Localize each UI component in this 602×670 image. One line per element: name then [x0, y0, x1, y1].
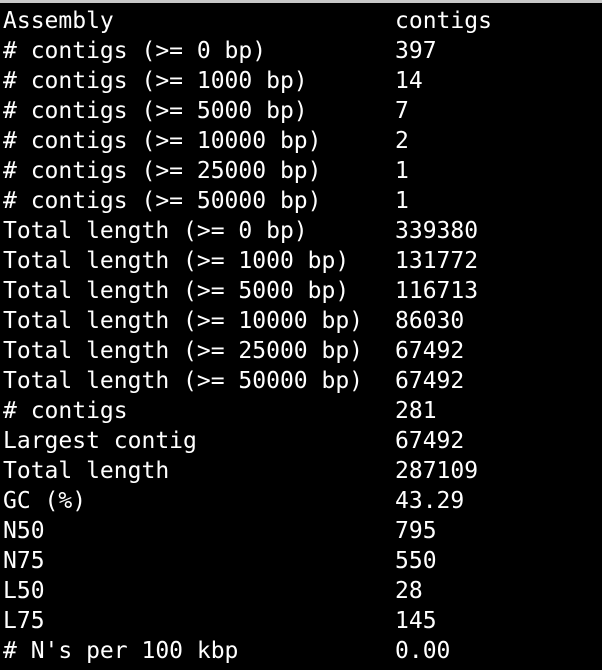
row-label: GC (%) [3, 488, 87, 514]
row-value: 67492 [395, 338, 465, 364]
report-row: GC (%) 43.29 [3, 486, 602, 516]
row-value: 397 [395, 38, 437, 64]
row-label: # N's per 100 kbp [3, 638, 239, 664]
row-label: N50 [3, 518, 45, 544]
row-label: Total length (>= 1000 bp) [3, 248, 350, 274]
row-value: 131772 [395, 248, 479, 274]
row-label: # contigs (>= 1000 bp) [3, 68, 308, 94]
report-row: # contigs (>= 10000 bp) 2 [3, 126, 602, 156]
row-value: 43.29 [395, 488, 465, 514]
row-label: L75 [3, 608, 45, 634]
report-header-row: Assembly contigs [3, 6, 602, 36]
row-label: # contigs (>= 0 bp) [3, 38, 267, 64]
terminal-output[interactable]: Assembly contigs # contigs (>= 0 bp) 397… [3, 6, 602, 666]
report-row: Total length (>= 50000 bp) 67492 [3, 366, 602, 396]
row-label: Assembly [3, 8, 114, 34]
row-label: Largest contig [3, 428, 197, 454]
row-label: Total length (>= 5000 bp) [3, 278, 350, 304]
row-value: 145 [395, 608, 437, 634]
report-row: # contigs (>= 0 bp) 397 [3, 36, 602, 66]
row-value: 116713 [395, 278, 479, 304]
report-row: Total length (>= 10000 bp) 86030 [3, 306, 602, 336]
row-label: Total length (>= 0 bp) [3, 218, 308, 244]
report-row: Total length 287109 [3, 456, 602, 486]
row-label: # contigs (>= 5000 bp) [3, 98, 308, 124]
row-value: 281 [395, 398, 437, 424]
report-row: Largest contig 67492 [3, 426, 602, 456]
row-value: 14 [395, 68, 423, 94]
window-top-edge [0, 0, 602, 3]
report-row: # contigs (>= 50000 bp) 1 [3, 186, 602, 216]
row-value: 1 [395, 158, 409, 184]
row-label: # contigs (>= 25000 bp) [3, 158, 322, 184]
row-label: Total length (>= 10000 bp) [3, 308, 364, 334]
report-row: N75 550 [3, 546, 602, 576]
row-value: 67492 [395, 428, 465, 454]
report-row: # contigs (>= 1000 bp) 14 [3, 66, 602, 96]
row-value: 550 [395, 548, 437, 574]
row-value: 86030 [395, 308, 465, 334]
row-value: 795 [395, 518, 437, 544]
row-value: 28 [395, 578, 423, 604]
report-row: # contigs (>= 25000 bp) 1 [3, 156, 602, 186]
row-label: # contigs (>= 50000 bp) [3, 188, 322, 214]
report-row: Total length (>= 25000 bp) 67492 [3, 336, 602, 366]
report-row: # N's per 100 kbp 0.00 [3, 636, 602, 666]
row-value: 67492 [395, 368, 465, 394]
row-value: 339380 [395, 218, 479, 244]
row-value: 2 [395, 128, 409, 154]
row-label: # contigs [3, 398, 128, 424]
report-row: L75 145 [3, 606, 602, 636]
row-value: 7 [395, 98, 409, 124]
report-row: Total length (>= 1000 bp) 131772 [3, 246, 602, 276]
row-value: 1 [395, 188, 409, 214]
row-value: 287109 [395, 458, 479, 484]
report-row: # contigs (>= 5000 bp) 7 [3, 96, 602, 126]
row-label: # contigs (>= 10000 bp) [3, 128, 322, 154]
row-value: contigs [395, 8, 492, 34]
row-label: Total length (>= 25000 bp) [3, 338, 364, 364]
row-label: Total length (>= 50000 bp) [3, 368, 364, 394]
row-label: L50 [3, 578, 45, 604]
report-row: # contigs 281 [3, 396, 602, 426]
report-row: Total length (>= 0 bp) 339380 [3, 216, 602, 246]
report-row: L50 28 [3, 576, 602, 606]
row-value: 0.00 [395, 638, 451, 664]
row-label: Total length [3, 458, 170, 484]
row-label: N75 [3, 548, 45, 574]
report-row: N50 795 [3, 516, 602, 546]
report-row: Total length (>= 5000 bp) 116713 [3, 276, 602, 306]
